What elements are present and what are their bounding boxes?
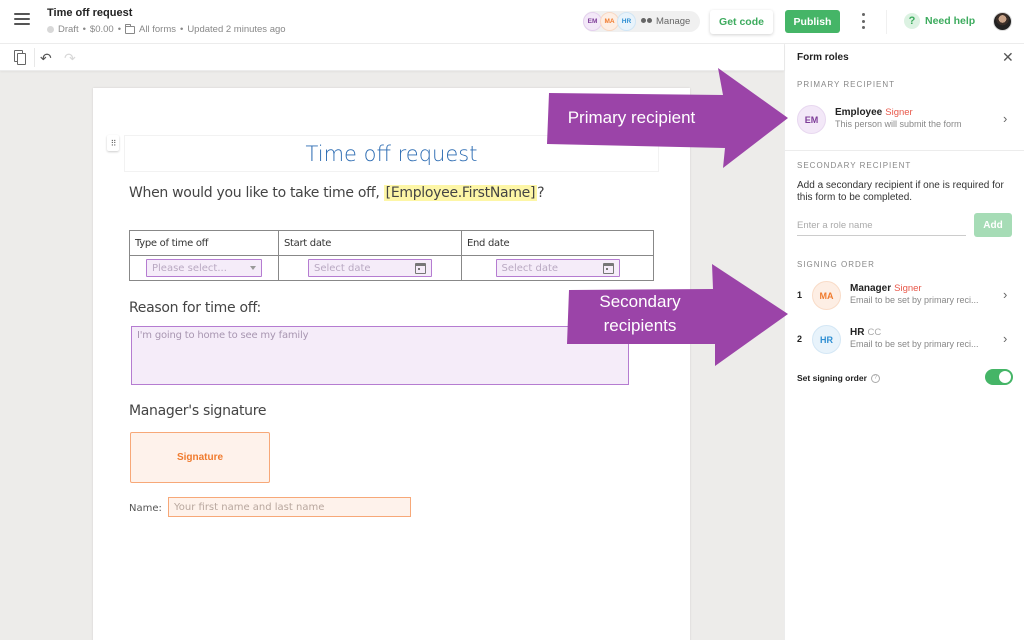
reason-label: Reason for time off: (129, 300, 261, 316)
copy-icon[interactable] (14, 50, 26, 65)
help-icon: ? (904, 13, 920, 29)
need-help-label: Need help (925, 15, 976, 27)
document-meta: Draft • $0.00 • All forms • Updated 2 mi… (47, 23, 286, 35)
set-signing-order-text: Set signing order (797, 373, 867, 383)
name-label: Name: (129, 503, 162, 514)
table-cell: Please select... (129, 255, 279, 281)
callout-label: Primary recipient (567, 108, 696, 127)
recipient-name-text: HR (850, 327, 865, 338)
close-icon[interactable]: ✕ (1002, 50, 1014, 64)
undo-icon[interactable]: ↶ (40, 51, 52, 65)
primary-recipient-callout: Primary recipient (545, 66, 790, 171)
more-options-icon[interactable] (857, 13, 869, 29)
question-text: When would you like to take time off, [E… (129, 185, 545, 201)
name-input[interactable]: Your first name and last name (168, 497, 411, 517)
user-avatar[interactable] (993, 12, 1012, 31)
recipient-name: HR CC (850, 327, 881, 338)
signing-order-heading: Signing order (797, 260, 875, 269)
secondary-description: Add a secondary recipient if one is requ… (797, 180, 1004, 203)
form-roles-panel: Form roles ✕ Primary recipient EM Employ… (784, 44, 1024, 640)
signer-item-hr[interactable]: 2 HR HR CC Email to be set by primary rec… (785, 324, 1024, 358)
recipient-name: Manager Signer (850, 283, 922, 294)
role-tag: Signer (885, 107, 913, 118)
roles-manage-group[interactable]: EM MA HR Manage (583, 11, 701, 32)
merge-field[interactable]: [Employee.FirstName] (383, 185, 538, 201)
reason-textarea[interactable]: I'm going to home to see my family (131, 326, 629, 385)
recipient-description: Email to be set by primary reci... (850, 295, 979, 305)
toolbar-divider (34, 48, 35, 67)
folder-icon (125, 23, 136, 34)
caret-down-icon (250, 266, 256, 270)
secondary-recipient-heading: Secondary recipient (797, 161, 912, 170)
primary-recipient-item[interactable]: EM Employee Signer This person will submi… (785, 104, 1024, 138)
drag-handle-icon[interactable]: ⠿ (107, 135, 119, 151)
select-placeholder: Please select... (152, 262, 227, 274)
chevron-right-icon: › (1003, 111, 1008, 126)
signer-item-manager[interactable]: 1 MA Manager Signer Email to be set by pr… (785, 280, 1024, 314)
signature-label: Manager's signature (129, 403, 267, 419)
status-label: Draft (58, 24, 79, 35)
price-label: $0.00 (89, 24, 114, 35)
column-header: End date (461, 230, 654, 256)
column-header: Type of time off (129, 230, 279, 256)
separator: • (82, 24, 86, 35)
calendar-icon (415, 262, 426, 274)
folder-link[interactable]: All forms (139, 24, 176, 35)
recipient-description: This person will submit the form (835, 119, 962, 129)
recipient-name-text: Employee (835, 107, 883, 118)
date-placeholder: Select date (314, 262, 371, 274)
recipient-name: Employee Signer (835, 107, 913, 118)
chevron-right-icon: › (1003, 287, 1008, 302)
primary-recipient-heading: Primary recipient (797, 80, 896, 89)
hamburger-menu-icon[interactable] (14, 13, 30, 27)
chevron-right-icon: › (1003, 331, 1008, 346)
publish-button[interactable]: Publish (785, 10, 840, 33)
signer-order: 2 (797, 334, 803, 344)
table-header-row: Type of time off Start date End date (129, 230, 654, 256)
redo-icon[interactable]: ↷ (64, 51, 76, 65)
divider (886, 10, 887, 34)
separator: • (179, 24, 184, 35)
date-placeholder: Select date (501, 262, 559, 274)
signer-order: 1 (797, 290, 803, 300)
avatar: EM (797, 105, 826, 134)
top-bar: Time off request Draft • $0.00 • All for… (0, 0, 1024, 44)
signing-order-toggle[interactable] (985, 369, 1013, 385)
role-badge-hr: HR (617, 12, 636, 31)
add-role-button[interactable]: Add (974, 213, 1012, 237)
role-tag: Signer (894, 283, 922, 294)
panel-title: Form roles (797, 52, 849, 63)
type-of-time-off-select[interactable]: Please select... (146, 259, 262, 277)
role-tag: CC (867, 327, 882, 338)
start-date-field[interactable]: Select date (308, 259, 432, 277)
help-circle-icon[interactable]: ? (870, 373, 880, 383)
table-cell: Select date (278, 255, 462, 281)
secondary-recipients-callout: Secondary recipients (565, 262, 790, 367)
document-title[interactable]: Time off request (47, 7, 132, 19)
avatar: HR (812, 325, 841, 354)
updated-label: Updated 2 minutes ago (187, 24, 286, 35)
recipient-name-text: Manager (850, 283, 892, 294)
callout-line: Secondary (599, 292, 681, 311)
status-dot-icon (47, 26, 54, 33)
question-prefix: When would you like to take time off, (129, 185, 384, 201)
role-name-input[interactable] (797, 216, 966, 236)
manage-button[interactable]: Manage (640, 16, 690, 27)
separator: • (117, 24, 122, 35)
callout-label: Secondary recipients (565, 290, 715, 338)
callout-line: recipients (603, 316, 677, 335)
column-header: Start date (278, 230, 462, 256)
signature-field[interactable]: Signature (130, 432, 270, 483)
question-suffix: ? (537, 185, 545, 201)
people-icon (640, 17, 653, 26)
manage-label: Manage (656, 16, 691, 27)
section-divider (785, 150, 1024, 151)
need-help-button[interactable]: ? Need help (904, 13, 975, 29)
avatar: MA (812, 281, 841, 310)
get-code-button[interactable]: Get code (710, 10, 773, 34)
recipient-description: Email to be set by primary reci... (850, 339, 979, 349)
set-signing-order-label: Set signing order ? (797, 373, 880, 383)
